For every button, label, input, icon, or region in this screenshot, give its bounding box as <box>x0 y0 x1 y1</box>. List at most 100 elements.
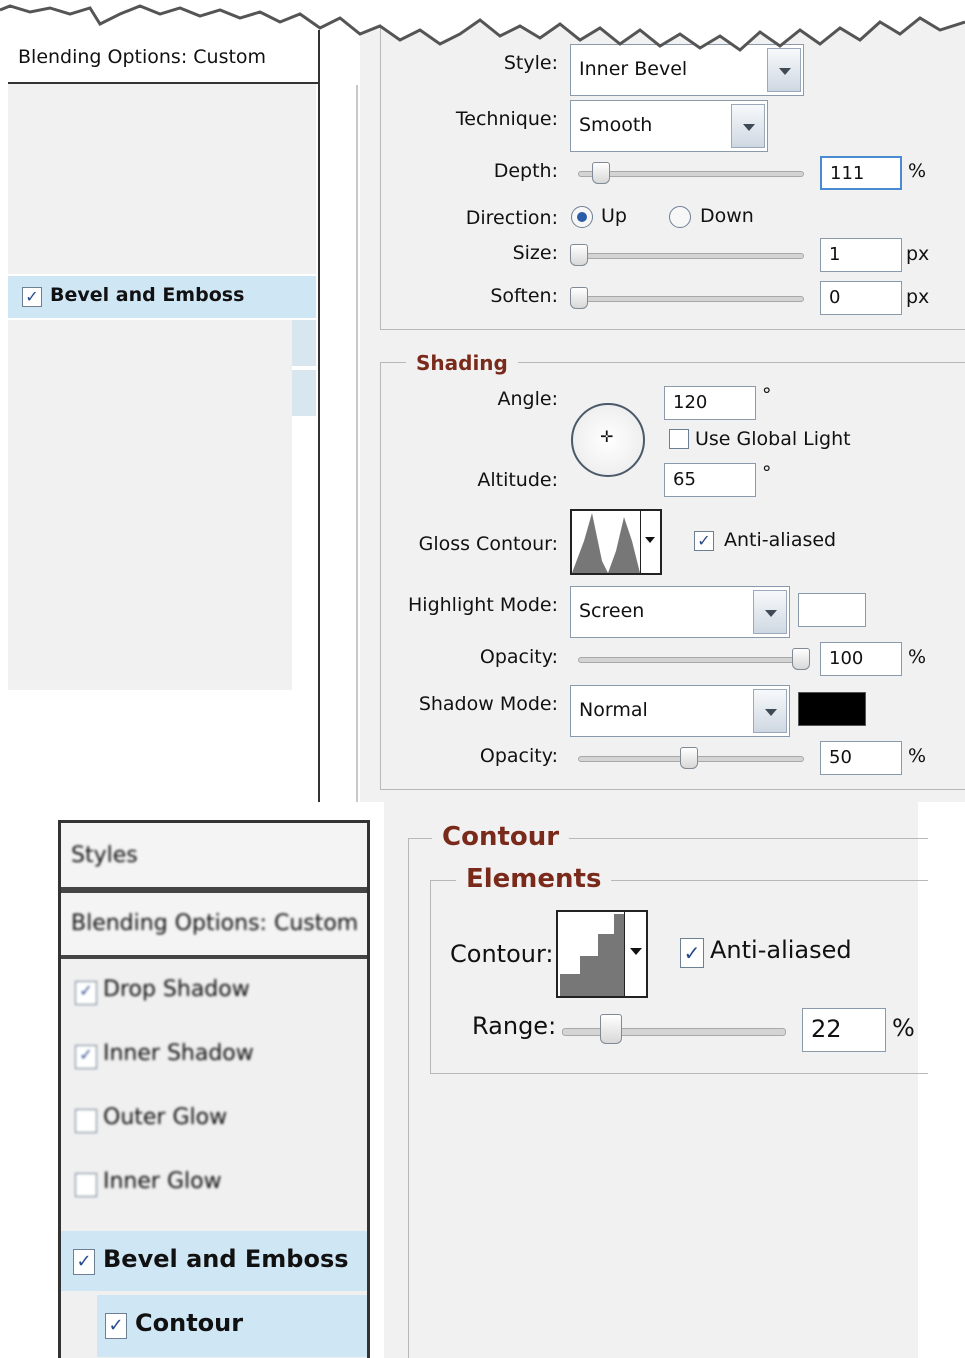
angle-crosshair-icon: ✛ <box>600 427 614 446</box>
sidebar-item-inner-glow[interactable]: Inner Glow <box>61 1151 367 1215</box>
contour-dropdown-icon[interactable] <box>624 912 647 996</box>
size-input[interactable]: 1 <box>820 238 902 272</box>
highlight-color-swatch[interactable] <box>798 593 866 627</box>
soften-slider-track[interactable] <box>578 296 804 302</box>
range-slider-thumb[interactable] <box>600 1014 622 1044</box>
sidebar-styles-row[interactable]: Styles <box>61 823 367 893</box>
depth-slider-thumb[interactable] <box>592 162 610 184</box>
size-slider-thumb[interactable] <box>570 244 588 266</box>
technique-label: Technique: <box>455 108 558 130</box>
depth-slider-track[interactable] <box>578 171 804 177</box>
bottom-sidebar: Styles Blending Options: Custom ✓ Drop S… <box>58 820 370 1358</box>
highlight-opacity-track[interactable] <box>578 657 804 663</box>
angle-degree: ° <box>762 384 772 406</box>
technique-dropdown-icon[interactable] <box>731 104 765 148</box>
elements-title: Elements <box>456 864 612 894</box>
sidebar-item-inner-shadow[interactable]: ✓ Inner Shadow <box>61 1023 367 1087</box>
sidebar-empty-area <box>8 84 316 274</box>
direction-up-radio[interactable] <box>571 206 593 228</box>
shadow-mode-dropdown-icon[interactable] <box>753 689 787 733</box>
sidebar-item-bevel-and-emboss-2[interactable]: ✓ Bevel and Emboss <box>61 1231 367 1291</box>
highlight-opacity-label: Opacity: <box>479 646 558 668</box>
inner-shadow-checkbox[interactable]: ✓ <box>75 1045 97 1069</box>
size-unit: px <box>906 243 930 265</box>
soften-input[interactable]: 0 <box>820 281 902 315</box>
sidebar-list-area <box>8 320 292 690</box>
inner-glow-label: Inner Glow <box>103 1169 222 1194</box>
highlight-opacity-thumb[interactable] <box>792 648 810 670</box>
gloss-contour-dropdown-icon[interactable] <box>640 511 661 573</box>
direction-down-label[interactable]: Down <box>700 205 754 227</box>
shadow-opacity-label: Opacity: <box>479 745 558 767</box>
shadow-mode-label: Shadow Mode: <box>418 693 558 715</box>
top-sidebar: Blending Options: Custom ✓ Bevel and Emb… <box>8 30 320 802</box>
range-slider-track[interactable] <box>562 1028 786 1036</box>
outer-glow-checkbox[interactable] <box>75 1109 97 1133</box>
shadow-color-swatch[interactable] <box>798 692 866 726</box>
highlight-mode-select[interactable]: Screen <box>570 586 790 638</box>
shadow-opacity-input[interactable]: 50 <box>820 741 902 775</box>
sidebar-blending-label-2: Blending Options: Custom <box>71 911 359 936</box>
gloss-contour-picker[interactable] <box>570 509 662 575</box>
bevel-checkbox-2[interactable]: ✓ <box>73 1249 95 1275</box>
contour-picker[interactable] <box>556 910 648 998</box>
angle-dial[interactable]: ✛ <box>571 403 645 477</box>
soften-unit: px <box>906 286 930 308</box>
shadow-opacity-thumb[interactable] <box>680 747 698 769</box>
size-label: Size: <box>512 242 558 264</box>
depth-label: Depth: <box>493 160 558 182</box>
soften-slider-thumb[interactable] <box>570 287 588 309</box>
depth-unit: % <box>908 160 927 182</box>
direction-up-label[interactable]: Up <box>601 205 627 227</box>
drop-shadow-checkbox[interactable]: ✓ <box>75 981 97 1005</box>
inner-glow-checkbox[interactable] <box>75 1173 97 1197</box>
use-global-light-label[interactable]: Use Global Light <box>695 428 851 450</box>
top-screenshot: Blending Options: Custom ✓ Bevel and Emb… <box>0 0 965 802</box>
contour-anti-aliased-checkbox[interactable]: ✓ <box>680 938 704 968</box>
sidebar-blending-row[interactable]: Blending Options: Custom <box>61 893 367 959</box>
direction-label: Direction: <box>465 207 558 229</box>
highlight-mode-dropdown-icon[interactable] <box>753 590 787 634</box>
top-main-panel: Style: Inner Bevel Technique: Smooth Dep… <box>360 0 965 802</box>
drop-shadow-label: Drop Shadow <box>103 977 250 1002</box>
use-global-light-checkbox[interactable] <box>669 429 689 449</box>
altitude-label: Altitude: <box>477 469 558 491</box>
sidebar-item-contour[interactable]: ✓ Contour <box>97 1295 367 1357</box>
depth-input[interactable]: 111 <box>820 156 902 190</box>
sidebar-item-bevel-and-emboss[interactable]: ✓ Bevel and Emboss <box>8 276 316 318</box>
gloss-contour-curve-icon <box>572 513 640 573</box>
direction-down-radio[interactable] <box>669 206 691 228</box>
gloss-contour-label: Gloss Contour: <box>418 533 558 555</box>
highlight-opacity-input[interactable]: 100 <box>820 642 902 676</box>
bevel-label: Bevel and Emboss <box>50 284 245 306</box>
contour-checkbox[interactable]: ✓ <box>105 1313 127 1339</box>
altitude-degree: ° <box>762 462 772 484</box>
contour-anti-aliased-label[interactable]: Anti-aliased <box>710 936 852 964</box>
altitude-input[interactable]: 65 <box>664 463 756 497</box>
inner-shadow-label: Inner Shadow <box>103 1041 254 1066</box>
sidebar-styles-label: Styles <box>71 843 138 868</box>
outer-glow-label: Outer Glow <box>103 1105 228 1130</box>
contour-label: Contour: <box>450 940 554 968</box>
gutter-line <box>356 85 358 802</box>
bottom-main-panel: Contour Elements Contour: ✓ Anti-aliased… <box>384 802 928 1358</box>
sidebar-item-outer-glow[interactable]: Outer Glow <box>61 1087 367 1151</box>
shadow-opacity-unit: % <box>908 745 927 767</box>
shadow-mode-select[interactable]: Normal <box>570 685 790 737</box>
sidebar-item-drop-shadow[interactable]: ✓ Drop Shadow <box>61 959 367 1023</box>
highlight-mode-label: Highlight Mode: <box>408 594 558 616</box>
gloss-anti-aliased-checkbox[interactable]: ✓ <box>694 531 714 551</box>
angle-label: Angle: <box>497 388 558 410</box>
sidebar-sub-item-2[interactable] <box>292 370 316 416</box>
range-input[interactable]: 22 <box>802 1008 886 1052</box>
contour-staircase-icon <box>560 914 624 996</box>
range-unit: % <box>892 1014 915 1042</box>
bevel-label-2: Bevel and Emboss <box>103 1245 349 1273</box>
angle-input[interactable]: 120 <box>664 386 756 420</box>
gloss-anti-aliased-label[interactable]: Anti-aliased <box>724 529 836 551</box>
size-slider-track[interactable] <box>578 253 804 259</box>
sidebar-sub-item-1[interactable] <box>292 320 316 366</box>
technique-value: Smooth <box>579 114 653 136</box>
technique-select[interactable]: Smooth <box>570 100 768 152</box>
bevel-checkbox[interactable]: ✓ <box>22 287 42 307</box>
